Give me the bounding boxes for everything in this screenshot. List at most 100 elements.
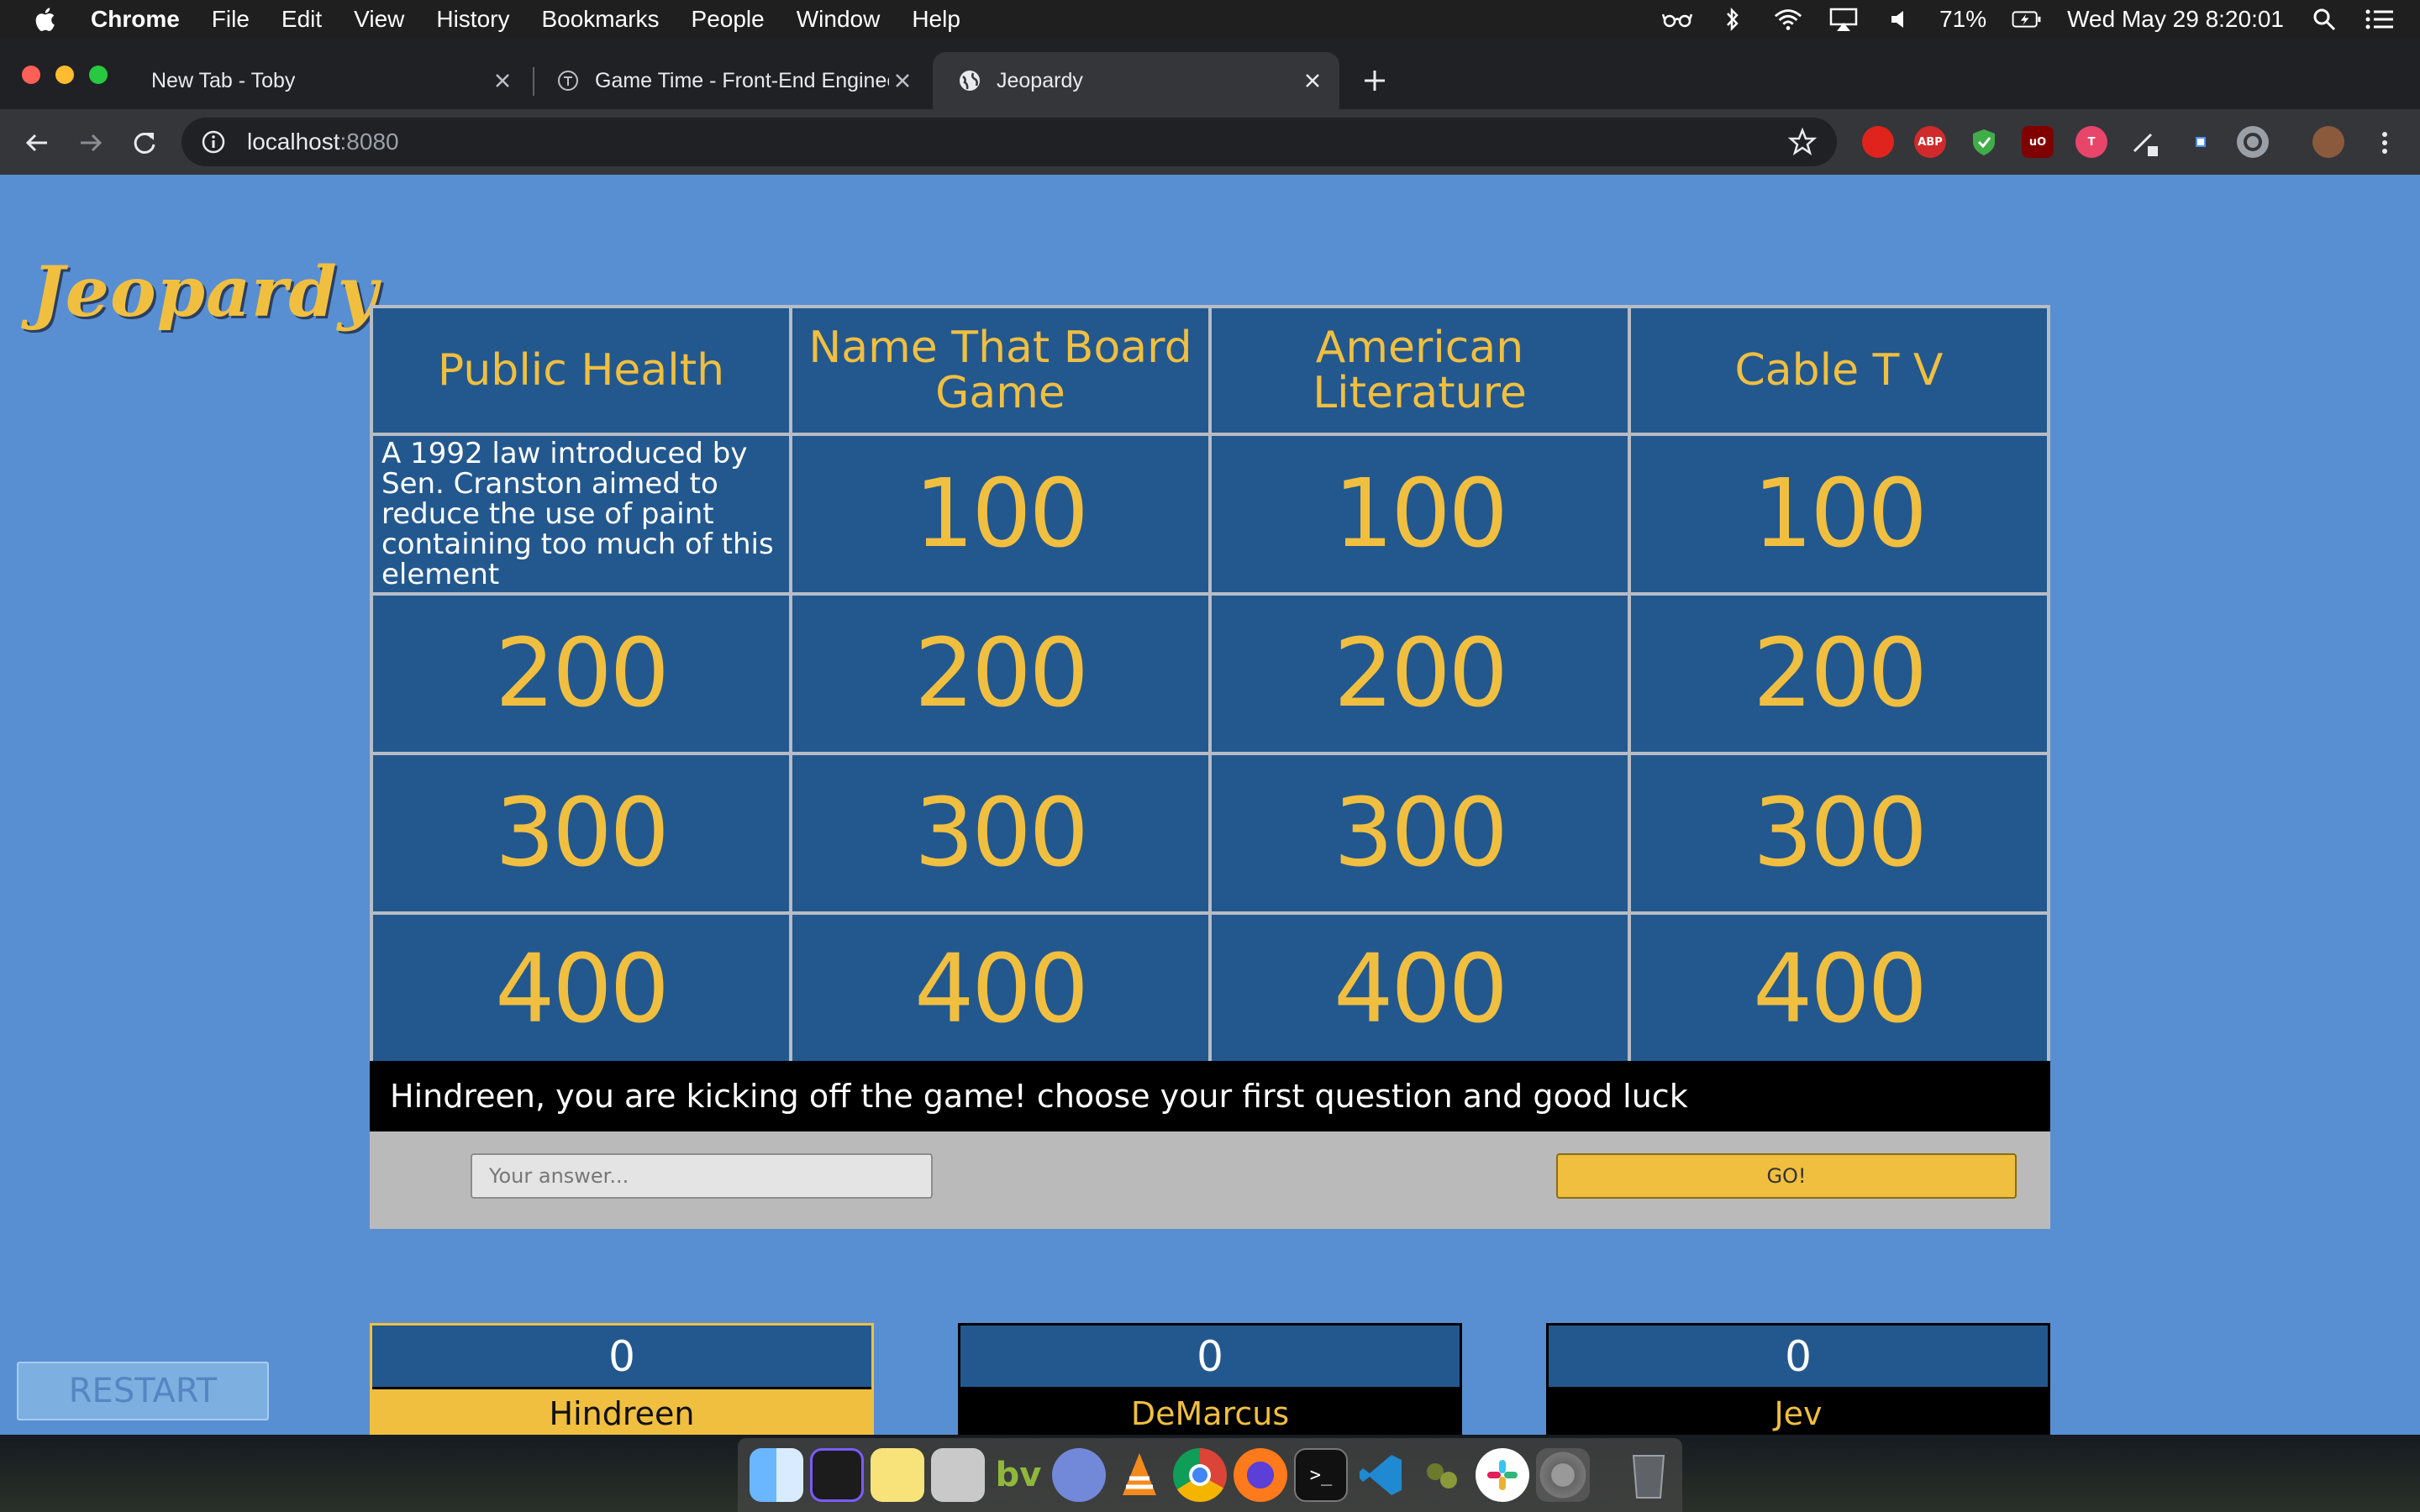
vscode-icon[interactable] [1355,1448,1408,1502]
menu-bookmarks[interactable]: Bookmarks [541,6,659,33]
category-board-game: Name That Board Game [789,305,1212,436]
stickies-icon[interactable] [871,1448,924,1502]
board-cell-200[interactable]: 200 [370,592,792,755]
category-cable-tv: Cable T V [1628,305,2050,436]
system-preferences-icon[interactable] [1536,1448,1590,1502]
player-score: 0 [372,1326,871,1389]
tab-strip: New Tab - Toby Game Time - Front-End Eng… [0,39,2420,109]
game-message: Hindreen, you are kicking off the game! … [370,1061,2050,1131]
trash-icon[interactable] [1622,1448,1676,1502]
app-icon[interactable] [1415,1448,1469,1502]
menubar-clock[interactable]: Wed May 29 8:20:01 [2067,6,2284,33]
chrome-icon[interactable] [1173,1448,1227,1502]
back-arrow-icon[interactable] [20,126,54,160]
close-icon[interactable] [891,69,914,92]
airplay-icon[interactable] [1828,7,1859,32]
battery-icon[interactable] [2012,7,2042,32]
tab-new-tab-toby[interactable]: New Tab - Toby [126,52,529,109]
close-icon[interactable] [491,69,514,92]
glasses-icon[interactable] [1662,7,1693,32]
board-cell-300[interactable]: 300 [1628,752,2050,915]
restart-button[interactable]: RESTART [17,1362,269,1420]
go-button[interactable]: GO! [1556,1153,2017,1199]
board-cell-100[interactable]: 100 [789,433,1212,596]
board-cell-400[interactable]: 400 [1628,911,2050,1068]
answer-area: GO! [370,1131,2050,1229]
finder-icon[interactable] [750,1448,803,1502]
vlc-icon[interactable] [1113,1448,1166,1502]
menu-app-name[interactable]: Chrome [91,6,180,33]
menu-help[interactable]: Help [912,6,960,33]
spotlight-search-icon[interactable] [2309,7,2339,32]
menu-edit[interactable]: Edit [281,6,322,33]
reload-icon[interactable] [128,126,161,160]
category-american-literature: American Literature [1208,305,1631,436]
square-extension-icon[interactable] [2185,126,2217,158]
board-row-200: 200 200 200 200 [370,592,2050,755]
ublock-origin-extension-icon[interactable]: uO [2022,126,2054,158]
board-cell-400[interactable]: 400 [789,911,1212,1068]
apple-icon[interactable] [32,5,60,34]
category-public-health: Public Health [370,305,792,436]
new-tab-plus-icon[interactable] [1358,64,1392,97]
profile-avatar[interactable] [2312,126,2344,158]
board-row-400: 400 400 400 400 [370,911,2050,1068]
board-cell-200[interactable]: 200 [1208,592,1631,755]
battery-percent: 71% [1939,6,1987,32]
notification-center-icon[interactable] [2365,7,2395,32]
volume-icon[interactable] [1884,7,1914,32]
tab-game-time[interactable]: Game Time - Front-End Engineering [534,52,929,109]
board-cell-300[interactable]: 300 [789,752,1212,915]
url-port: :8080 [339,129,399,155]
bbedit-icon[interactable]: bv [992,1448,1045,1502]
macos-menu-bar: Chrome File Edit View History Bookmarks … [0,0,2420,39]
firefox-icon[interactable] [1234,1448,1287,1502]
board-cell-300[interactable]: 300 [370,752,792,915]
player-card-hindreen: 0 Hindreen [370,1323,874,1441]
forward-arrow-icon[interactable] [74,126,108,160]
chrome-menu-icon[interactable] [2368,126,2402,160]
window-minimize-button[interactable] [55,66,74,84]
menu-history[interactable]: History [436,6,509,33]
menu-file[interactable]: File [212,6,250,33]
adblock-plus-extension-icon[interactable]: ABP [1914,126,1946,158]
info-icon[interactable] [200,129,227,155]
board-cell-200[interactable]: 200 [789,592,1212,755]
menu-window[interactable]: Window [797,6,881,33]
jeopardy-page: Jeopardy Public Health Name That Board G… [0,175,2420,1441]
window-zoom-button[interactable] [89,66,108,84]
board-cell-400[interactable]: 400 [1208,911,1631,1068]
close-icon[interactable] [1301,69,1324,92]
address-bar[interactable]: localhost:8080 [182,118,1837,166]
board-row-300: 300 300 300 300 [370,752,2050,915]
pen-extension-icon[interactable] [2129,126,2161,158]
board-cell-100[interactable]: 100 [1208,433,1631,596]
slack-icon[interactable] [1476,1448,1529,1502]
player-card-demarcus: 0 DeMarcus [958,1323,1462,1441]
player-score: 0 [1549,1326,2048,1389]
board-cell-100[interactable]: 100 [1628,433,2050,596]
board-cell-200[interactable]: 200 [1628,592,2050,755]
board-cell-300[interactable]: 300 [1208,752,1631,915]
player-name: DeMarcus [960,1389,1460,1438]
tab-title: Game Time - Front-End Engineering [595,68,889,92]
window-close-button[interactable] [22,66,40,84]
toby-extension-icon[interactable]: T [2075,126,2107,158]
menu-people[interactable]: People [692,6,765,33]
shield-extension-icon[interactable] [1968,126,2000,158]
preview-icon[interactable] [931,1448,985,1502]
board-cell-400[interactable]: 400 [370,911,792,1068]
bluetooth-icon[interactable] [1718,7,1748,32]
tab-jeopardy[interactable]: Jeopardy [933,52,1339,109]
discord-icon[interactable] [1052,1448,1106,1502]
wifi-icon[interactable] [1773,7,1803,32]
revealed-clue: A 1992 law introduced by Sen. Cranston a… [370,433,792,596]
screen-capture-icon[interactable] [810,1448,864,1502]
board-row-100: A 1992 law introduced by Sen. Cranston a… [370,433,2050,596]
menu-view[interactable]: View [354,6,404,33]
stop-hand-extension-icon[interactable] [1862,126,1894,158]
terminal-icon[interactable]: >_ [1294,1448,1348,1502]
bookmark-star-icon[interactable] [1788,128,1817,156]
circle-extension-icon[interactable] [2237,126,2269,158]
answer-input[interactable] [471,1153,933,1199]
